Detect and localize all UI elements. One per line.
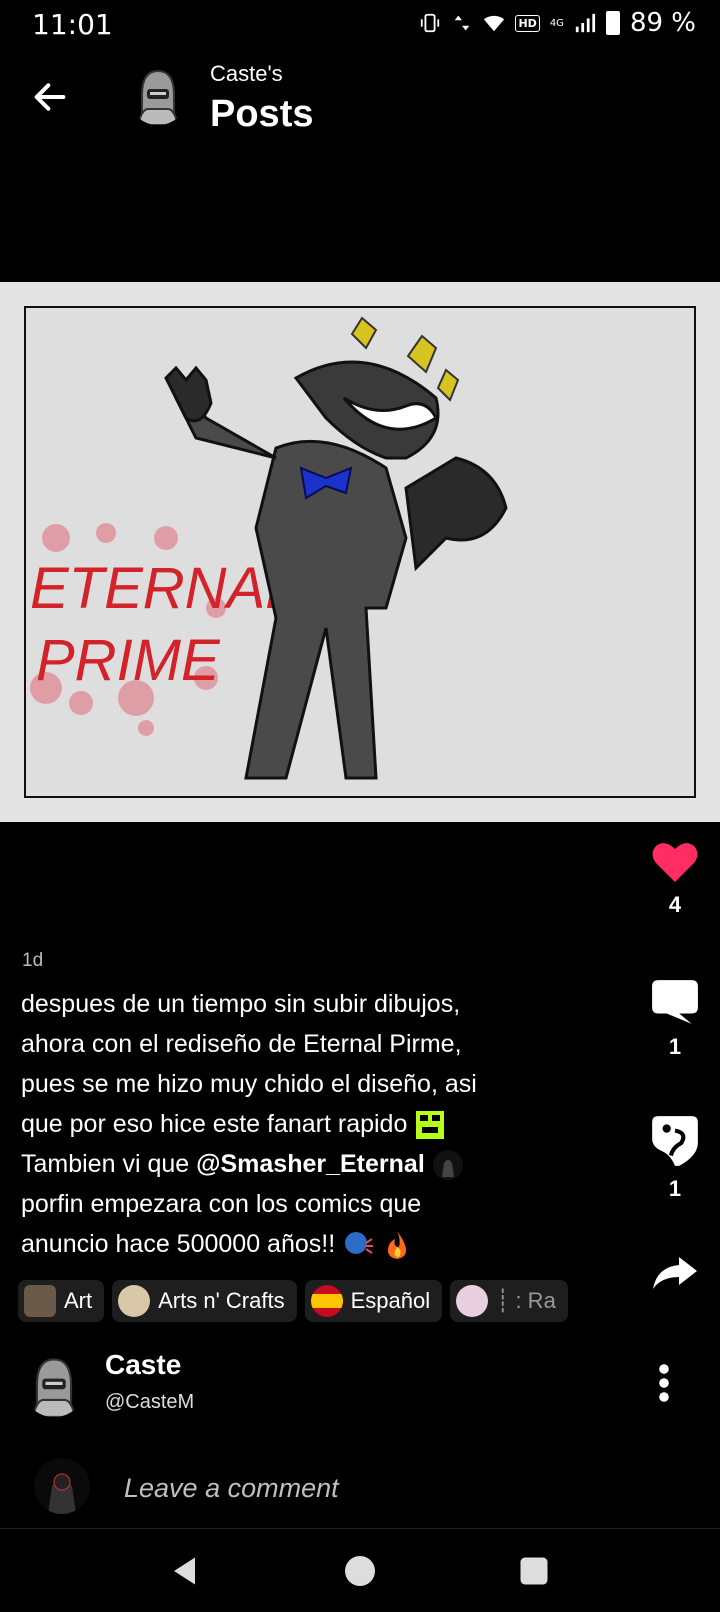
data-arrows-icon: [455, 15, 470, 31]
tag-chip[interactable]: Español: [304, 1280, 443, 1322]
post-body: despues de un tiempo sin subir dibujos, …: [21, 984, 581, 1264]
user-figure-icon: [48, 1473, 76, 1514]
post-line: anuncio hace 500000 años!!: [21, 1224, 581, 1264]
tag-label: Español: [350, 1288, 431, 1313]
props-count: 1: [668, 1176, 682, 1201]
heart-icon[interactable]: [651, 840, 699, 884]
spain-flag-icon: [310, 1285, 343, 1317]
back-arrow-icon[interactable]: [30, 77, 70, 117]
tag-thumb-icon: [456, 1285, 489, 1317]
nav-recents-icon[interactable]: [516, 1553, 552, 1589]
like-action[interactable]: 4: [640, 840, 710, 918]
post-line: porfin empezara con los comics que: [21, 1190, 422, 1218]
comment-bar: [0, 1450, 720, 1530]
speaking-head-emoji-icon: [345, 1232, 374, 1255]
post-line: despues de un tiempo sin subir dibujos,: [21, 990, 461, 1018]
hd-badge: HD: [515, 14, 540, 32]
nav-back-icon[interactable]: [168, 1553, 204, 1589]
vibrate-icon: [421, 13, 440, 33]
status-icons: HD 4G 89 %: [419, 8, 696, 38]
post-line-text: que por eso hice este fanart rapido: [21, 1110, 408, 1138]
tag-label: ┊ : Ra: [496, 1288, 556, 1313]
tag-thumb-icon: [118, 1285, 151, 1317]
tag-chip[interactable]: Arts n' Crafts: [112, 1280, 297, 1322]
post-line: que por eso hice este fanart rapido: [21, 1104, 581, 1144]
post-line: ahora con el rediseño de Eternal Pirme,: [21, 1030, 462, 1058]
tag-thumb-icon: [24, 1285, 56, 1317]
share-arrow-icon[interactable]: [651, 1255, 699, 1291]
tag-label: Art: [64, 1288, 93, 1313]
more-options-icon[interactable]: [656, 1363, 672, 1403]
status-time: 11:01: [32, 8, 113, 41]
post-image[interactable]: ETERNAL PRIME: [0, 282, 720, 822]
props-icon[interactable]: [650, 1114, 700, 1168]
author-row[interactable]: Caste @CasteM: [0, 1345, 720, 1435]
comment-bubble-icon[interactable]: [650, 978, 700, 1026]
network-type: 4G: [549, 17, 564, 29]
tag-chip[interactable]: ┊ : Ra: [450, 1280, 568, 1322]
status-bar: 11:01 HD 4G 89 %: [0, 0, 720, 50]
author-handle: @CasteM: [105, 1391, 195, 1413]
system-nav-bar: [0, 1528, 720, 1612]
app-header: Caste's Posts: [0, 55, 720, 155]
share-action[interactable]: [640, 1255, 710, 1291]
like-count: 4: [668, 892, 682, 917]
wifi-icon: [484, 15, 505, 32]
props-action[interactable]: 1: [640, 1114, 710, 1202]
tag-chip[interactable]: Art: [18, 1280, 105, 1322]
battery-percent: 89 %: [629, 8, 696, 38]
tag-strip: Art Arts n' Crafts Español ┊ : Ra: [18, 1280, 594, 1324]
post-line: pues se me hizo muy chido el diseño, asi: [21, 1070, 477, 1098]
tag-label: Arts n' Crafts: [158, 1288, 285, 1313]
hooded-figure-icon: [136, 69, 180, 125]
fire-emoji-icon: [388, 1231, 407, 1260]
green-creature-emoji-icon: [416, 1111, 445, 1140]
artwork-title-line1: ETERNAL: [30, 556, 298, 621]
author-name[interactable]: Caste: [105, 1349, 181, 1381]
post-line-text: anuncio hace 500000 años!!: [21, 1230, 336, 1258]
header-subtitle: Caste's: [210, 61, 283, 86]
battery-icon: [605, 11, 620, 35]
header-title: Posts: [210, 93, 314, 135]
comment-action[interactable]: 1: [640, 978, 710, 1060]
artwork-title-line2: PRIME: [36, 628, 221, 693]
current-user-avatar: [34, 1458, 90, 1514]
post-line: Tambien vi que @Smasher_Eternal: [21, 1144, 581, 1184]
comment-input[interactable]: [124, 1468, 624, 1508]
artwork-frame: ETERNAL PRIME: [24, 306, 696, 798]
post-age: 1d: [22, 950, 44, 971]
author-avatar[interactable]: [22, 1353, 86, 1417]
artwork-drawing: ETERNAL PRIME: [30, 316, 508, 780]
hooded-figure-icon: [31, 1358, 77, 1417]
nav-home-icon[interactable]: [342, 1553, 378, 1589]
mini-avatar-icon: [432, 1150, 463, 1181]
header-avatar[interactable]: [128, 65, 188, 125]
comment-count: 1: [668, 1034, 682, 1059]
post-line-text: Tambien vi que: [21, 1150, 197, 1178]
user-mention-link[interactable]: @Smasher_Eternal: [196, 1150, 425, 1178]
signal-icon: [575, 13, 596, 33]
